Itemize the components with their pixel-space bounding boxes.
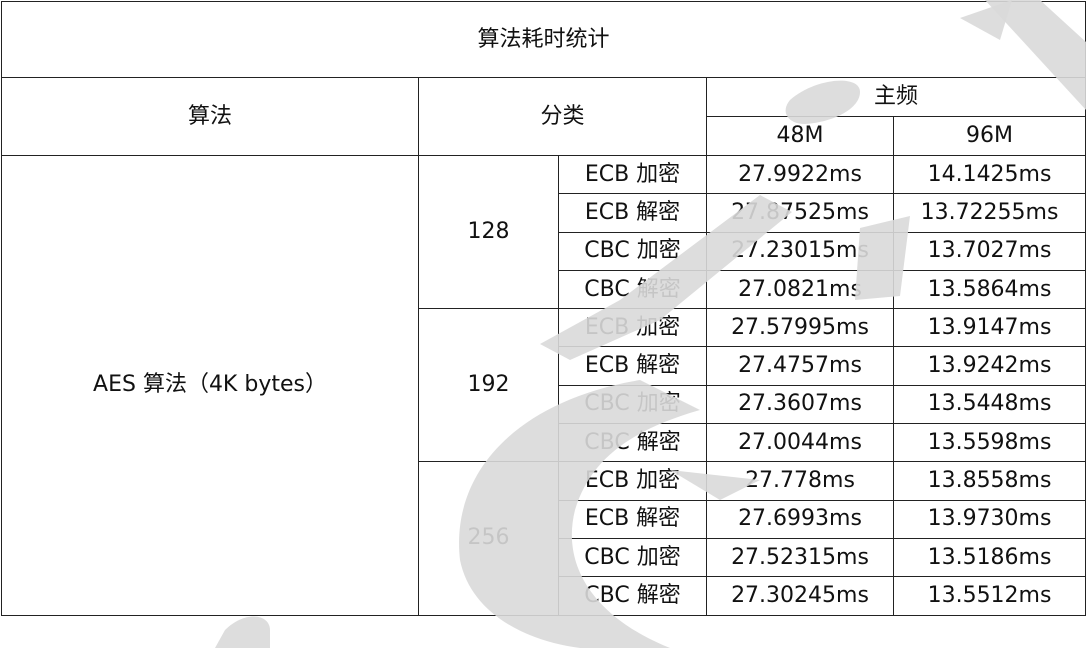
timing-table: 算法耗时统计 算法 分类 主频 48M 96M AES 算法（4K bytes）…	[0, 1, 1086, 616]
time-96m-cell: 14.1425ms	[892, 154, 1086, 195]
time-96m-cell: 13.9730ms	[892, 499, 1086, 539]
operation-cell: ECB 加密	[558, 461, 707, 501]
header-algorithm: 算法	[1, 77, 419, 156]
time-48m-cell: 27.4757ms	[706, 346, 894, 386]
time-48m-cell: 27.0821ms	[706, 269, 894, 310]
time-48m-cell: 27.87525ms	[706, 193, 894, 233]
time-96m-cell: 13.5864ms	[892, 269, 1086, 310]
operation-cell: CBC 加密	[558, 537, 707, 578]
algorithm-name-cell: AES 算法（4K bytes）	[1, 155, 419, 616]
time-96m-cell: 13.9147ms	[892, 308, 1086, 348]
time-48m-cell: 27.57995ms	[706, 308, 894, 348]
operation-cell: CBC 加密	[558, 384, 707, 425]
time-96m-cell: 13.9242ms	[892, 346, 1086, 386]
operation-cell: ECB 加密	[558, 154, 707, 195]
time-48m-cell: 27.52315ms	[706, 537, 894, 578]
key-size-cell: 128	[418, 154, 559, 310]
time-96m-cell: 13.5512ms	[892, 576, 1086, 616]
header-freq-48m: 48M	[706, 116, 894, 156]
table-title: 算法耗时统计	[0, 1, 1086, 78]
time-48m-cell: 27.30245ms	[706, 576, 894, 616]
time-96m-cell: 13.5448ms	[892, 384, 1086, 425]
operation-cell: CBC 解密	[558, 269, 707, 310]
time-48m-cell: 27.778ms	[706, 461, 894, 501]
key-size-cell: 192	[418, 308, 559, 463]
watermark-blob-left	[215, 616, 270, 648]
operation-cell: CBC 解密	[558, 576, 707, 616]
time-48m-cell: 27.9922ms	[706, 154, 894, 195]
operation-cell: ECB 解密	[558, 193, 707, 233]
time-48m-cell: 27.6993ms	[706, 499, 894, 539]
time-96m-cell: 13.5598ms	[892, 423, 1086, 463]
time-48m-cell: 27.0044ms	[706, 423, 894, 463]
operation-cell: CBC 加密	[558, 231, 707, 271]
time-96m-cell: 13.5186ms	[892, 537, 1086, 578]
header-frequency: 主频	[705, 77, 1086, 117]
operation-cell: ECB 加密	[558, 308, 707, 348]
time-96m-cell: 13.8558ms	[892, 461, 1086, 501]
key-size-cell: 256	[418, 461, 559, 616]
operation-cell: CBC 解密	[558, 423, 707, 463]
header-freq-96m: 96M	[892, 116, 1086, 156]
time-96m-cell: 13.72255ms	[892, 193, 1086, 233]
time-48m-cell: 27.23015ms	[706, 231, 894, 271]
time-48m-cell: 27.3607ms	[706, 384, 894, 425]
operation-cell: ECB 解密	[558, 499, 707, 539]
table-row: AES 算法（4K bytes） 128 ECB 加密 27.9922ms 14…	[1, 154, 1086, 616]
time-96m-cell: 13.7027ms	[892, 231, 1086, 271]
operation-cell: ECB 解密	[558, 346, 707, 386]
header-category: 分类	[418, 77, 707, 156]
